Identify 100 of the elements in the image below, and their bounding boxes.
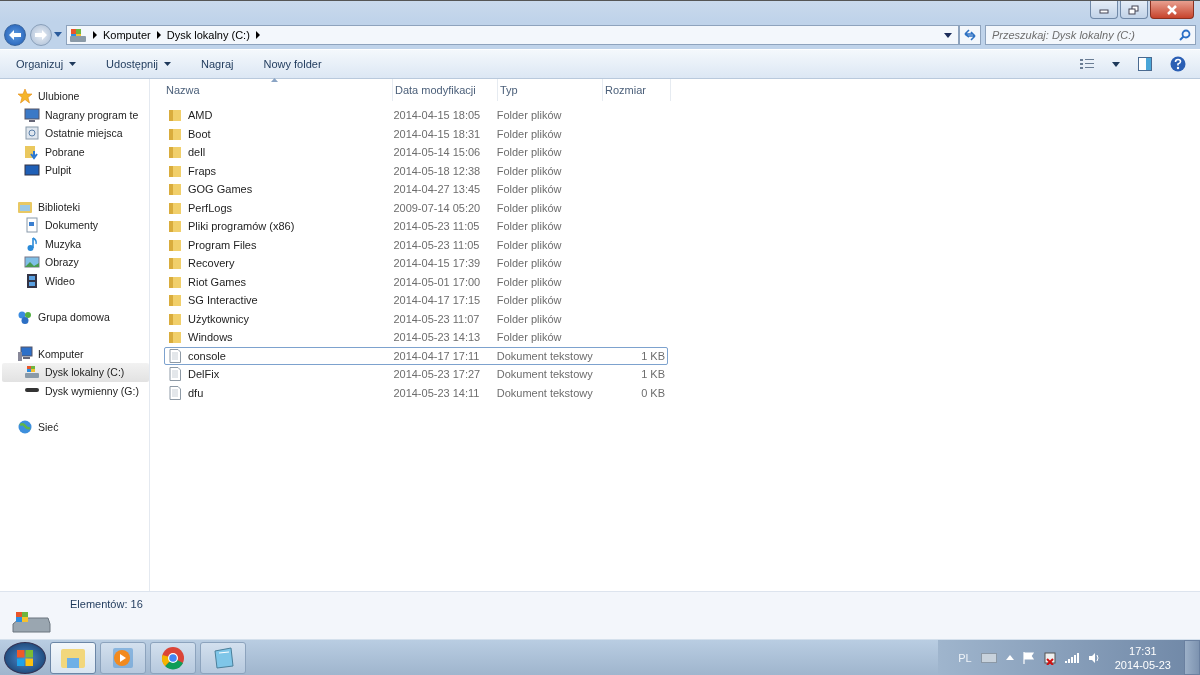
sidebar-item[interactable]: Komputer (0, 344, 149, 363)
file-row[interactable]: Program Files 2014-05-23 11:05 Folder plików (164, 235, 668, 254)
file-row[interactable]: Użytkownicy 2014-05-23 11:07 Folder plików (164, 309, 668, 328)
sidebar-item[interactable]: Obrazy (0, 253, 149, 272)
file-name: console (188, 349, 226, 362)
close-button[interactable] (1150, 1, 1194, 19)
dropdown-icon[interactable] (944, 32, 952, 38)
sidebar-item[interactable]: Biblioteki (0, 197, 149, 216)
flag-icon[interactable] (1022, 651, 1035, 664)
taskbar-button[interactable] (150, 641, 196, 674)
drive-icon (69, 27, 87, 43)
file-row[interactable]: dell 2014-05-14 15:06 Folder plików (164, 143, 668, 162)
show-hidden-icons[interactable] (1005, 655, 1014, 660)
file-name: Windows (188, 331, 233, 344)
drive-icon (10, 610, 52, 636)
date-cell-text: 2014-05-23 11:05 (392, 220, 481, 233)
sidebar-item[interactable]: Ostatnie miejsca (0, 124, 149, 143)
file-row[interactable]: Riot Games 2014-05-01 17:00 Folder plików (164, 272, 668, 291)
date-cell-text: 2014-04-17 17:15 (392, 294, 482, 307)
restore-button[interactable] (1120, 1, 1148, 19)
network-icon (17, 419, 33, 436)
file-row[interactable]: dfu 2014-05-23 14:11 Dokument tekstowy 0 KB (164, 383, 668, 402)
chevron-icon[interactable] (155, 31, 162, 39)
sidebar-item[interactable]: Sieć (0, 418, 149, 437)
document-icon (24, 217, 40, 234)
file-name: Riot Games (188, 275, 247, 288)
minimize-button[interactable] (1090, 1, 1118, 19)
file-row[interactable]: AMD 2014-04-15 18:05 Folder plików (164, 106, 668, 125)
type-cell-text: Folder plików (496, 331, 563, 344)
file-row[interactable]: Recovery 2014-04-15 17:39 Folder plików (164, 254, 668, 273)
file-row[interactable]: Pliki programów (x86) 2014-05-23 11:05 Folder plików (164, 217, 668, 236)
folder-icon (168, 311, 182, 326)
caret-icon[interactable] (1112, 61, 1120, 67)
toolbar-button[interactable]: Nagraj (193, 55, 242, 73)
toolbar-button[interactable]: Udostępnij (98, 55, 180, 73)
type-cell-text: Folder plików (496, 312, 563, 325)
preview-pane-icon[interactable] (1138, 57, 1152, 71)
close-icon (1166, 4, 1178, 15)
address-bar[interactable]: Komputer Dysk lokalny (C:) (66, 25, 959, 45)
view-options-icon[interactable] (1080, 58, 1094, 70)
folder-icon (168, 274, 182, 289)
back-button[interactable] (4, 24, 26, 46)
item-count: Elementów: 16 (70, 598, 143, 610)
sidebar-item[interactable]: Pobrane (0, 142, 149, 161)
folder-icon (168, 145, 182, 160)
file-row[interactable]: Boot 2014-04-15 18:31 Folder plików (164, 124, 668, 143)
sidebar-item[interactable]: Grupa domowa (0, 308, 149, 327)
file-row[interactable]: Windows 2014-05-23 14:13 Folder plików (164, 328, 668, 347)
refresh-button[interactable] (959, 25, 981, 45)
file-row[interactable]: console 2014-04-17 17:11 Dokument tekstowy 1 KB (164, 346, 668, 365)
file-row[interactable]: Fraps 2014-05-18 12:38 Folder plików (164, 161, 668, 180)
file-name: Pliki programów (x86) (188, 220, 295, 233)
toolbar-button[interactable]: Organizuj (8, 55, 85, 73)
sidebar-item[interactable]: Dokumenty (0, 216, 149, 235)
date-cell-text: 2009-07-14 05:20 (392, 201, 482, 214)
file-row[interactable]: DelFix 2014-05-23 17:27 Dokument tekstowy 1 KB (164, 365, 668, 384)
breadcrumb[interactable]: Dysk lokalny (C:) (166, 29, 250, 41)
file-name: DelFix (188, 368, 220, 381)
speaker-icon[interactable] (1087, 651, 1100, 664)
desktop-icon (24, 162, 40, 179)
chevron-icon[interactable] (254, 31, 261, 39)
signal-icon[interactable] (1064, 652, 1079, 663)
column-header[interactable]: Typ (498, 79, 603, 101)
sidebar-item[interactable]: Dysk wymienny (G:) (0, 381, 149, 400)
start-button[interactable] (4, 641, 46, 674)
taskbar-button[interactable] (50, 641, 96, 674)
file-row[interactable]: GOG Games 2014-04-27 13:45 Folder plików (164, 180, 668, 199)
taskbar-button[interactable] (200, 641, 246, 674)
recent-icon (24, 125, 40, 142)
size-cell-text: 1 KB (640, 349, 666, 362)
refresh-icon (963, 29, 977, 41)
download-icon (24, 143, 40, 160)
sidebar-item[interactable]: Ulubione (0, 87, 149, 106)
sidebar-item[interactable]: Nagrany program te (0, 105, 149, 124)
sort-arrow-icon (271, 78, 278, 82)
toolbar-button[interactable]: Nowy folder (255, 55, 330, 73)
type-cell-text: Dokument tekstowy (496, 386, 594, 399)
history-dropdown-icon[interactable] (54, 32, 62, 38)
type-cell-text: Folder plików (496, 164, 563, 177)
search-field[interactable]: Przeszukaj: Dysk lokalny (C:) (985, 25, 1196, 45)
sidebar-item[interactable]: Wideo (0, 271, 149, 290)
sidebar-item[interactable]: Dysk lokalny (C:) (2, 363, 149, 382)
star-icon (17, 88, 33, 105)
help-icon[interactable] (1170, 56, 1186, 72)
date-cell-text: 2014-04-15 18:05 (392, 109, 482, 122)
forward-button[interactable] (30, 24, 52, 46)
file-row[interactable]: SG Interactive 2014-04-17 17:15 Folder plików (164, 291, 668, 310)
column-header[interactable]: Rozmiar (603, 79, 671, 101)
breadcrumb[interactable]: Komputer (103, 29, 151, 41)
date-cell-text: 2014-05-23 11:05 (392, 238, 481, 251)
sidebar-item[interactable]: Muzyka (0, 234, 149, 253)
date-cell-text: 2014-04-17 17:11 (392, 349, 481, 362)
chevron-icon[interactable] (92, 31, 98, 39)
picture-icon (24, 254, 40, 271)
file-row[interactable]: PerfLogs 2009-07-14 05:20 Folder plików (164, 198, 668, 217)
text-file-icon (168, 385, 182, 400)
sidebar-item[interactable]: Pulpit (0, 161, 149, 180)
column-header[interactable]: Data modyfikacji (393, 79, 498, 101)
folder-icon (168, 256, 182, 271)
folder-icon (168, 163, 182, 178)
